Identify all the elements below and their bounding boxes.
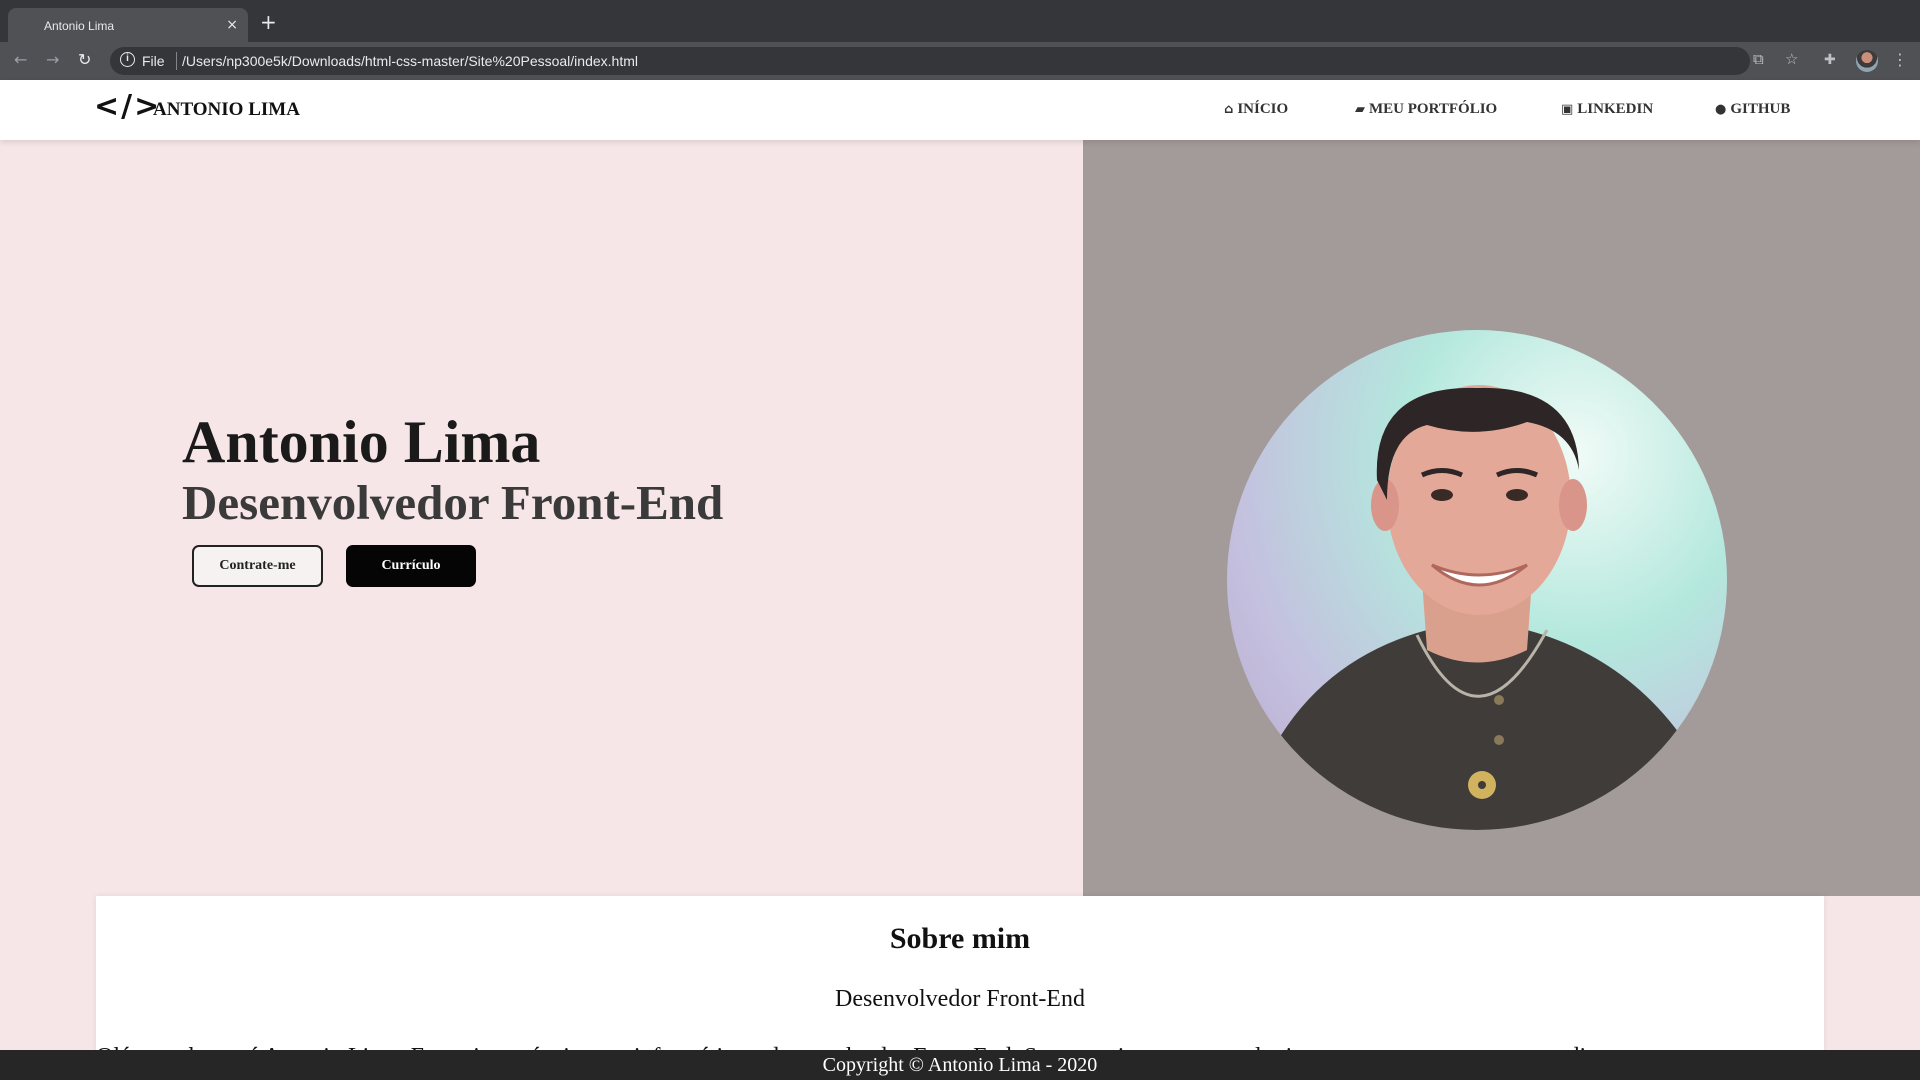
nav-label: MEU PORTFÓLIO — [1369, 101, 1498, 117]
hire-me-button[interactable]: Contrate-me — [192, 545, 323, 587]
tab-close-icon[interactable]: × — [226, 17, 238, 33]
about-card: Sobre mim Desenvolvedor Front-End Olá, m… — [96, 896, 1824, 1064]
menu-kebab-icon[interactable]: ⋮ — [1892, 50, 1908, 69]
profile-avatar[interactable] — [1856, 50, 1878, 72]
back-icon[interactable]: ← — [14, 50, 27, 69]
site-footer: Copyright © Antonio Lima - 2020 — [0, 1050, 1920, 1080]
nav-label: LINKEDIN — [1577, 101, 1654, 117]
browser-toolbar: ← → ↻ i File /Users/np300e5k/Downloads/h… — [0, 42, 1920, 80]
github-icon: ● — [1715, 102, 1727, 117]
nav-item-inicio[interactable]: ⌂ INÍCIO — [1224, 101, 1288, 118]
site-info-icon[interactable]: i — [120, 52, 135, 67]
about-title: Sobre mim — [889, 922, 1031, 955]
profile-photo — [1227, 330, 1727, 830]
site-logo-text[interactable]: ANTONIO LIMA — [153, 99, 300, 121]
translate-icon[interactable]: ⧉ — [1753, 50, 1764, 68]
code-logo-icon[interactable]: </> — [94, 92, 161, 122]
new-tab-button[interactable]: + — [260, 12, 277, 32]
browser-tab-bar: Antonio Lima × + — [0, 0, 1920, 42]
hero-role: Desenvolvedor Front-End — [182, 475, 724, 530]
nav-item-portfolio[interactable]: ▰ MEU PORTFÓLIO — [1355, 101, 1497, 118]
nav-label: GITHUB — [1730, 101, 1791, 117]
forward-icon[interactable]: → — [46, 50, 59, 69]
bookmark-star-icon[interactable]: ☆ — [1785, 50, 1798, 68]
nav-item-linkedin[interactable]: ▣ LINKEDIN — [1561, 101, 1653, 118]
divider — [176, 52, 177, 70]
home-icon: ⌂ — [1224, 102, 1234, 117]
address-bar[interactable]: i File /Users/np300e5k/Downloads/html-cs… — [110, 47, 1750, 75]
scheme-label: File — [142, 53, 165, 69]
tab-title: Antonio Lima — [44, 19, 115, 33]
resume-button[interactable]: Currículo — [346, 545, 476, 587]
reload-icon[interactable]: ↻ — [78, 50, 91, 69]
briefcase-icon: ▰ — [1355, 102, 1365, 117]
about-subtitle: Desenvolvedor Front-End — [835, 986, 1085, 1012]
nav-label: INÍCIO — [1237, 101, 1289, 117]
site-header: </> ANTONIO LIMA ⌂ INÍCIO ▰ MEU PORTFÓLI… — [0, 80, 1920, 140]
nav-item-github[interactable]: ● GITHUB — [1715, 101, 1790, 118]
hero-name: Antonio Lima — [182, 409, 541, 475]
copyright-text: Copyright © Antonio Lima - 2020 — [822, 1054, 1098, 1076]
linkedin-icon: ▣ — [1561, 102, 1574, 117]
extensions-icon[interactable]: ✚ — [1824, 52, 1836, 68]
browser-tab[interactable]: Antonio Lima × — [8, 8, 248, 42]
person-illustration — [1267, 385, 1697, 830]
url-text[interactable]: /Users/np300e5k/Downloads/html-css-maste… — [182, 53, 638, 69]
